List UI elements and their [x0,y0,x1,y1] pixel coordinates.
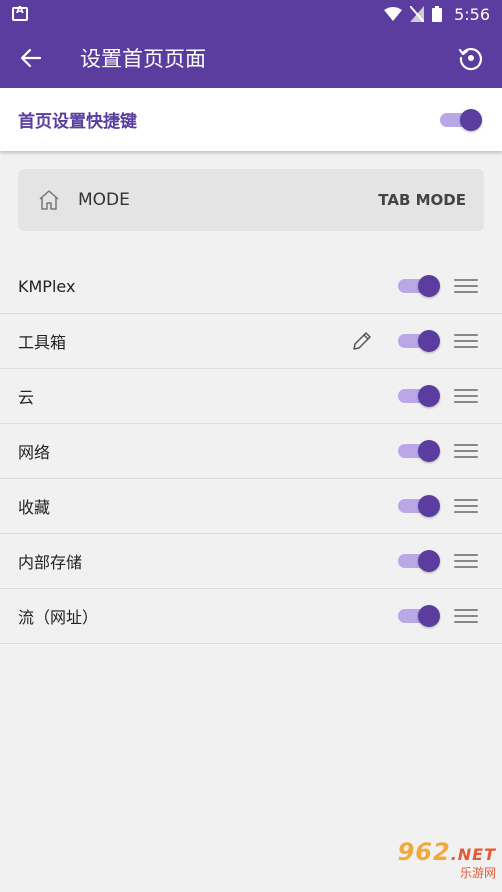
shortcut-toggle[interactable] [436,108,482,132]
toggle-thumb [418,495,440,517]
mode-selector[interactable]: MODE TAB MODE [18,169,484,231]
notification-icon [12,5,28,21]
toggle-thumb [418,385,440,407]
item-toggle[interactable] [394,329,440,353]
drag-handle-icon[interactable] [454,386,478,406]
list-item-network[interactable]: 网络 [0,424,502,479]
list-item-internal-storage[interactable]: 内部存储 [0,534,502,589]
drag-handle-icon[interactable] [454,331,478,351]
list-item-favorites[interactable]: 收藏 [0,479,502,534]
drag-handle-icon[interactable] [454,276,478,296]
restore-button[interactable] [456,43,486,73]
item-label: 流（网址） [18,608,99,627]
watermark-logo: 962.NET 乐游网 [364,838,496,884]
list-item-kmplex[interactable]: KMPlex [0,259,502,314]
wifi-icon [384,7,403,21]
pencil-icon[interactable] [350,329,374,353]
restore-icon [458,48,482,71]
item-toggle[interactable] [394,494,440,518]
item-toggle[interactable] [394,439,440,463]
drag-handle-icon[interactable] [454,496,478,516]
toggle-thumb [418,275,440,297]
app-bar: 设置首页页面 [0,28,502,88]
back-button[interactable] [16,43,46,73]
home-icon [36,187,62,213]
item-label: 工具箱 [18,333,67,352]
list-item-stream-url[interactable]: 流（网址） [0,589,502,644]
item-toggle[interactable] [394,274,440,298]
toggle-thumb [418,605,440,627]
item-label: 云 [18,388,35,407]
watermark-bottom: 乐游网 [459,866,496,880]
watermark-top: 962.NET [397,838,496,866]
item-label: KMPlex [18,276,76,296]
status-icons: 5:56 [384,5,490,24]
homepage-items-list: KMPlex 工具箱 云 网络 收藏 内部存储 流（网址） [0,259,502,644]
item-toggle[interactable] [394,384,440,408]
item-label: 内部存储 [18,553,83,572]
toggle-thumb [460,108,482,131]
item-label: 网络 [18,443,51,462]
mode-value[interactable]: TAB MODE [378,191,466,209]
drag-handle-icon[interactable] [454,606,478,626]
signal-icon [410,6,425,22]
toggle-thumb [418,440,440,462]
drag-handle-icon[interactable] [454,441,478,461]
status-time: 5:56 [454,4,490,24]
mode-label: MODE [78,190,130,210]
list-item-toolbox[interactable]: 工具箱 [0,314,502,369]
status-bar: 5:56 [0,0,502,28]
item-label: 收藏 [18,498,51,517]
toggle-thumb [418,330,440,352]
battery-icon [432,6,443,22]
drag-handle-icon[interactable] [454,551,478,571]
arrow-left-icon [20,48,42,68]
item-toggle[interactable] [394,549,440,573]
homepage-shortcut-setting[interactable]: 首页设置快捷键 [0,88,502,151]
item-toggle[interactable] [394,604,440,628]
shortcut-label: 首页设置快捷键 [18,112,137,132]
list-item-cloud[interactable]: 云 [0,369,502,424]
page-title: 设置首页页面 [80,47,206,71]
toggle-thumb [418,550,440,572]
